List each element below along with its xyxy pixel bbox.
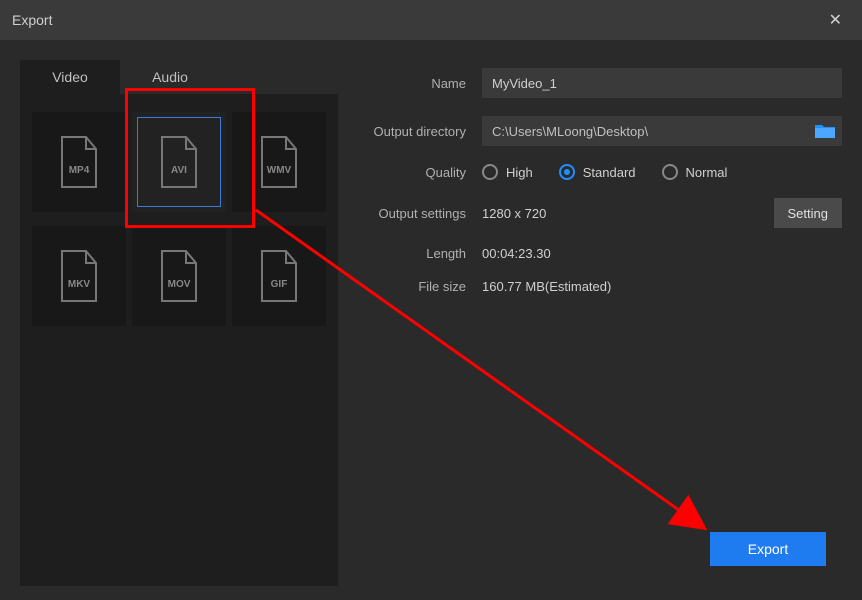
- window-title: Export: [12, 12, 52, 28]
- svg-text:MOV: MOV: [168, 279, 191, 290]
- resolution-value: 1280 x 720: [482, 206, 774, 221]
- label-output-dir: Output directory: [362, 124, 482, 139]
- svg-text:AVI: AVI: [171, 165, 187, 176]
- export-button[interactable]: Export: [710, 532, 826, 566]
- label-output-settings: Output settings: [362, 206, 482, 221]
- format-mov[interactable]: MOV: [132, 226, 226, 326]
- svg-text:MKV: MKV: [68, 279, 91, 290]
- format-mp4[interactable]: MP4: [32, 112, 126, 212]
- radio-quality-normal[interactable]: Normal: [662, 164, 728, 180]
- file-icon: MOV: [154, 247, 204, 305]
- radio-icon: [559, 164, 575, 180]
- tab-audio[interactable]: Audio: [120, 60, 220, 94]
- length-value: 00:04:23.30: [482, 246, 842, 261]
- file-icon: AVI: [154, 133, 204, 191]
- name-input[interactable]: [482, 68, 842, 98]
- radio-label: Normal: [686, 165, 728, 180]
- file-icon: MP4: [54, 133, 104, 191]
- folder-icon[interactable]: [814, 123, 836, 139]
- label-file-size: File size: [362, 279, 482, 294]
- format-mkv[interactable]: MKV: [32, 226, 126, 326]
- svg-text:GIF: GIF: [271, 279, 288, 290]
- radio-icon: [662, 164, 678, 180]
- label-name: Name: [362, 76, 482, 91]
- label-length: Length: [362, 246, 482, 261]
- format-gif[interactable]: GIF: [232, 226, 326, 326]
- file-icon: GIF: [254, 247, 304, 305]
- output-dir-value: C:\Users\MLoong\Desktop\: [482, 124, 814, 139]
- format-wmv[interactable]: WMV: [232, 112, 326, 212]
- radio-quality-standard[interactable]: Standard: [559, 164, 636, 180]
- svg-text:WMV: WMV: [267, 165, 292, 176]
- file-size-value: 160.77 MB(Estimated): [482, 279, 842, 294]
- radio-label: Standard: [583, 165, 636, 180]
- file-icon: WMV: [254, 133, 304, 191]
- label-quality: Quality: [362, 165, 482, 180]
- radio-label: High: [506, 165, 533, 180]
- format-avi[interactable]: AVI: [132, 112, 226, 212]
- file-icon: MKV: [54, 247, 104, 305]
- format-grid: MP4 AVI WMV MKV MOV GIF: [20, 94, 338, 586]
- radio-quality-high[interactable]: High: [482, 164, 533, 180]
- tab-video[interactable]: Video: [20, 60, 120, 94]
- close-icon[interactable]: ✕: [821, 6, 850, 34]
- setting-button[interactable]: Setting: [774, 198, 842, 228]
- svg-text:MP4: MP4: [69, 165, 90, 176]
- radio-icon: [482, 164, 498, 180]
